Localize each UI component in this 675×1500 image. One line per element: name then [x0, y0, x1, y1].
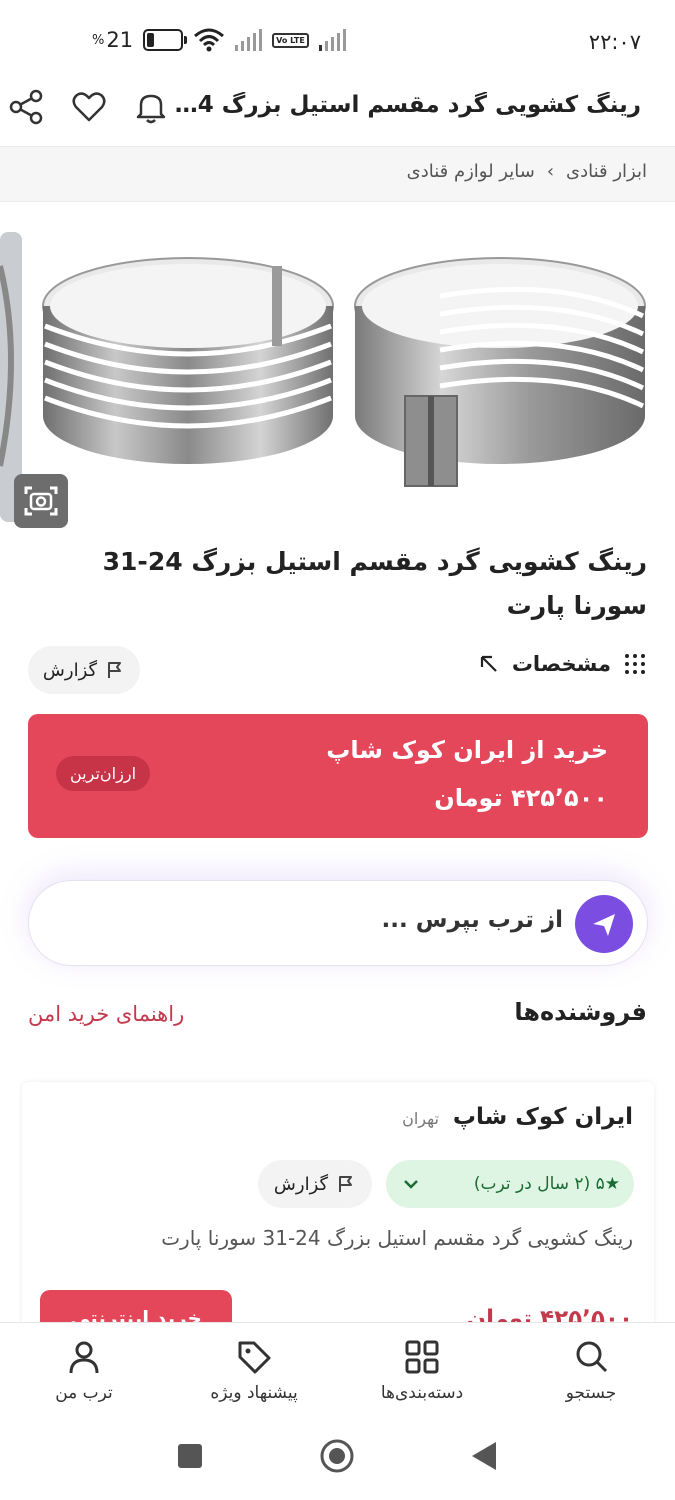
specs-link[interactable]: مشخصات — [478, 652, 647, 676]
nav-my-torob[interactable]: ترب من — [24, 1337, 144, 1403]
nav-search-label: جستجو — [565, 1383, 617, 1403]
battery-percent: 21 — [106, 28, 134, 52]
send-icon — [593, 914, 615, 936]
nav-special-offer-label: پیشنهاد ویژه — [210, 1383, 298, 1403]
breadcrumb-item-2[interactable]: سایر لوازم قنادی — [407, 161, 535, 182]
bell-icon[interactable] — [130, 86, 172, 128]
status-bar: ۲۲:۰۷ % 21 Vo LTE — [0, 0, 675, 80]
heart-icon[interactable] — [68, 86, 110, 128]
share-icon[interactable] — [6, 86, 48, 128]
system-nav-bar — [0, 1422, 675, 1500]
flag-icon — [339, 1176, 353, 1192]
grid-icon — [405, 1340, 439, 1374]
bottom-nav: جستجو دسته‌بندی‌ها پیشنهاد ویژه ترب من — [0, 1322, 675, 1422]
chevron-down-icon — [404, 1180, 418, 1189]
battery-percent-symbol: % — [92, 32, 105, 48]
seller-name[interactable]: ایران کوک شاپ — [453, 1104, 633, 1130]
nav-categories-label: دسته‌بندی‌ها — [380, 1383, 464, 1403]
breadcrumb: ابزار قنادی › سایر لوازم قنادی — [0, 146, 675, 202]
header-title: رینگ کشویی گرد مقسم استیل بزرگ 24-31... — [171, 92, 641, 118]
nav-search[interactable]: جستجو — [531, 1337, 651, 1403]
seller-report-label: گزارش — [273, 1173, 329, 1195]
send-button[interactable] — [575, 895, 633, 953]
battery-icon — [143, 29, 188, 51]
buy-box-price: ۴۲۵٬۵۰۰ تومان — [434, 784, 608, 812]
camera-scan-icon — [24, 486, 58, 516]
breadcrumb-item-1[interactable]: ابزار قنادی — [566, 161, 647, 182]
signal-icon — [235, 29, 263, 51]
status-time: ۲۲:۰۷ — [588, 30, 641, 54]
ask-placeholder: از ترب بپرس ... — [381, 907, 563, 933]
product-gallery[interactable] — [0, 206, 675, 536]
tag-icon — [238, 1341, 271, 1374]
nav-special-offer[interactable]: پیشنهاد ویژه — [194, 1337, 314, 1403]
seller-rating: ★۵ (۲ سال در ترب) — [473, 1174, 620, 1194]
ask-torob-input[interactable]: از ترب بپرس ... — [28, 880, 648, 966]
search-icon — [576, 1341, 608, 1373]
volte-icon: Vo LTE — [272, 32, 309, 48]
buy-box-seller: خرید از ایران کوک شاپ — [326, 736, 608, 764]
top-header: رینگ کشویی گرد مقسم استیل بزرگ 24-31... — [0, 80, 675, 146]
battery-level — [147, 33, 155, 47]
breadcrumb-separator: › — [546, 161, 555, 182]
seller-name-row[interactable]: ایران کوک شاپ تهران — [402, 1104, 633, 1130]
seller-report-button[interactable]: گزارش — [258, 1160, 372, 1208]
signal-icon-2 — [318, 29, 346, 51]
report-button[interactable]: گزارش — [28, 646, 140, 694]
product-title: رینگ کشویی گرد مقسم استیل بزرگ 24-31 سور… — [102, 547, 647, 620]
user-icon — [69, 1341, 99, 1374]
product-image[interactable] — [0, 206, 675, 536]
seller-rating-badge[interactable]: ★۵ (۲ سال در ترب) — [386, 1160, 634, 1208]
buy-box[interactable]: خرید از ایران کوک شاپ ۴۲۵٬۵۰۰ تومان ارزا… — [28, 714, 648, 838]
dots-grid-icon — [625, 654, 645, 674]
seller-product-name: رینگ کشویی گرد مقسم استیل بزرگ 24-31 سور… — [161, 1226, 633, 1250]
back-icon[interactable] — [472, 1442, 496, 1470]
nav-categories[interactable]: دسته‌بندی‌ها — [362, 1337, 482, 1403]
sellers-heading: فروشنده‌ها — [514, 998, 647, 1026]
safe-buy-guide-link[interactable]: راهنمای خرید امن — [28, 1002, 184, 1026]
specs-label: مشخصات — [511, 652, 611, 676]
report-label: گزارش — [42, 659, 98, 681]
flag-icon — [108, 662, 122, 678]
seller-city: تهران — [402, 1109, 439, 1128]
cheapest-badge: ارزان‌ترین — [56, 756, 151, 791]
recents-icon[interactable] — [178, 1444, 202, 1468]
arrow-up-left-icon — [480, 655, 497, 672]
wifi-icon — [194, 28, 225, 52]
image-search-button[interactable] — [14, 474, 68, 528]
status-icons: % 21 Vo LTE — [92, 28, 346, 52]
nav-my-torob-label: ترب من — [55, 1383, 113, 1403]
